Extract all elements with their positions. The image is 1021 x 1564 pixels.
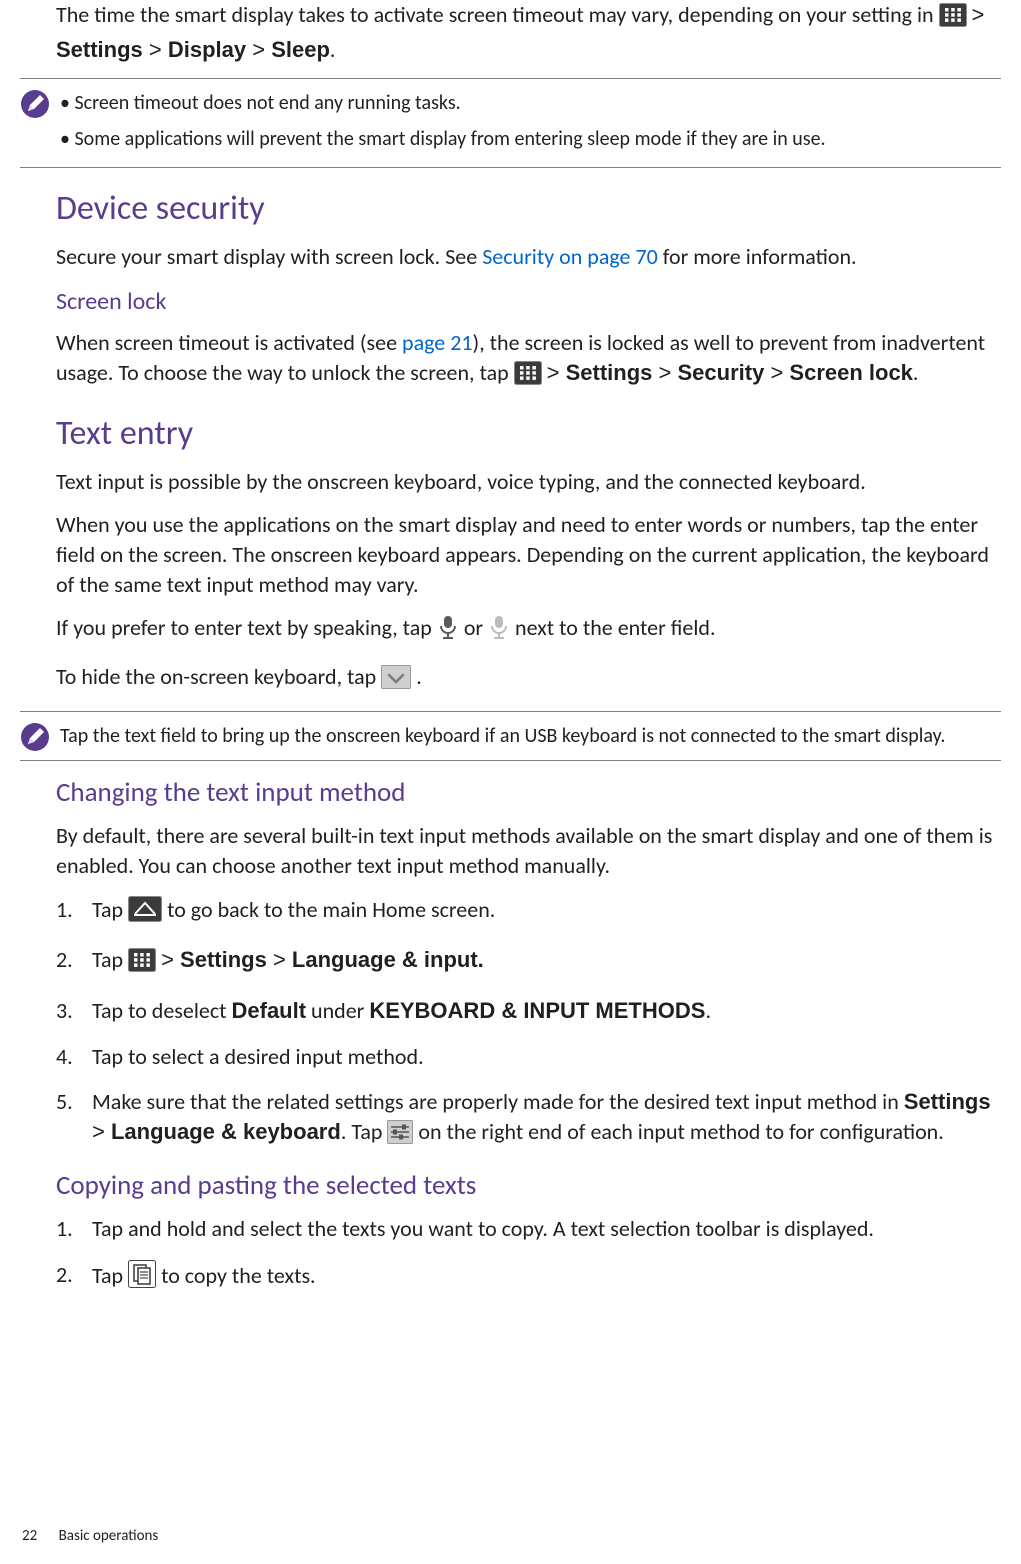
note-block: Tap the text field to bring up the onscr…	[20, 711, 1001, 761]
pencil-note-icon	[20, 722, 50, 752]
footer-section: Basic operations	[59, 1527, 159, 1545]
copy-icon	[128, 1260, 156, 1296]
text: to copy the texts.	[161, 1262, 316, 1289]
document-page: The time the smart display takes to acti…	[0, 0, 1021, 1564]
list-item: Tap to deselect Default under KEYBOARD &…	[56, 996, 995, 1026]
home-icon	[128, 896, 162, 930]
language-input-label: Language & input.	[292, 947, 484, 972]
page-number: 22	[22, 1527, 37, 1545]
text: .	[705, 997, 711, 1024]
language-keyboard-label: Language & keyboard	[111, 1119, 341, 1144]
list-item: Tap to copy the texts.	[56, 1260, 995, 1296]
display-label: Display	[168, 37, 246, 62]
note-text: Screen timeout does not end any running …	[60, 87, 995, 159]
keyboard-input-methods-label: KEYBOARD & INPUT METHODS	[369, 998, 705, 1023]
text: .	[913, 359, 919, 386]
text: Tap	[92, 1262, 128, 1289]
screen-lock-label: Screen lock	[789, 360, 913, 385]
heading-changing-input-method: Changing the text input method	[56, 775, 995, 811]
apps-grid-icon	[128, 948, 156, 980]
steps-list: Tap to go back to the main Home screen. …	[56, 895, 995, 1152]
hide-keyboard-icon	[381, 665, 411, 697]
paragraph: If you prefer to enter text by speaking,…	[56, 613, 995, 648]
text: next to the enter field.	[515, 614, 715, 641]
note-text: Tap the text field to bring up the onscr…	[60, 720, 995, 752]
apps-grid-icon	[939, 3, 967, 35]
breadcrumb-sep: >	[161, 947, 180, 972]
security-label: Security	[678, 360, 765, 385]
paragraph: When screen timeout is activated (see pa…	[56, 328, 995, 392]
paragraph: To hide the on-screen keyboard, tap .	[56, 662, 995, 697]
text: Make sure that the related settings are …	[92, 1088, 904, 1115]
settings-label: Settings	[566, 360, 653, 385]
sleep-label: Sleep	[271, 37, 330, 62]
paragraph: When you use the applications on the sma…	[56, 510, 995, 599]
text: The time the smart display takes to acti…	[56, 1, 939, 28]
pencil-note-icon	[20, 89, 50, 119]
note-bullet: Some applications will prevent the smart…	[60, 123, 987, 155]
mic-light-icon	[488, 614, 510, 648]
sliders-settings-icon	[387, 1120, 413, 1152]
default-label: Default	[232, 998, 307, 1023]
text: . Tap	[341, 1118, 388, 1145]
paragraph: Text input is possible by the onscreen k…	[56, 467, 995, 497]
text: or	[464, 614, 488, 641]
text: Tap	[92, 896, 128, 923]
note-bullet: Screen timeout does not end any running …	[60, 87, 987, 119]
text: to go back to the main Home screen.	[167, 896, 495, 923]
settings-label: Settings	[904, 1089, 991, 1114]
breadcrumb-sep: >	[764, 360, 789, 385]
heading-screen-lock: Screen lock	[56, 286, 995, 318]
settings-label: Settings	[56, 37, 143, 62]
list-item: Tap > Settings > Language & input.	[56, 945, 995, 980]
breadcrumb-sep: >	[652, 360, 677, 385]
intro-paragraph: The time the smart display takes to acti…	[56, 0, 995, 64]
text: for more information.	[658, 243, 857, 270]
apps-grid-icon	[514, 361, 542, 393]
heading-device-security: Device security	[56, 186, 995, 232]
text: If you prefer to enter text by speaking,…	[56, 614, 437, 641]
breadcrumb-sep: >	[246, 37, 271, 62]
text: When screen timeout is activated (see	[56, 329, 402, 356]
text: on the right end of each input method to…	[418, 1118, 943, 1145]
link-security-page-70[interactable]: Security on page 70	[482, 243, 658, 270]
paragraph: By default, there are several built-in t…	[56, 821, 995, 880]
text: Tap to deselect	[92, 997, 232, 1024]
breadcrumb-sep: >	[92, 1119, 111, 1144]
breadcrumb-sep: >	[143, 37, 168, 62]
link-page-21[interactable]: page 21	[402, 329, 473, 356]
mic-dark-icon	[437, 614, 459, 648]
text: To hide the on-screen keyboard, tap	[56, 663, 381, 690]
note-block: Screen timeout does not end any running …	[20, 78, 1001, 168]
breadcrumb-sep: >	[547, 360, 566, 385]
text: Tap	[92, 946, 128, 973]
list-item: Tap to go back to the main Home screen.	[56, 895, 995, 930]
settings-label: Settings	[180, 947, 267, 972]
breadcrumb-sep: >	[972, 2, 985, 27]
steps-list: Tap and hold and select the texts you wa…	[56, 1214, 995, 1295]
text: Secure your smart display with screen lo…	[56, 243, 482, 270]
list-item: Tap and hold and select the texts you wa…	[56, 1214, 995, 1244]
paragraph: Secure your smart display with screen lo…	[56, 242, 995, 272]
text: .	[330, 36, 336, 63]
list-item: Make sure that the related settings are …	[56, 1087, 995, 1151]
list-item: Tap to select a desired input method.	[56, 1042, 995, 1072]
text: under	[306, 997, 369, 1024]
page-footer: 22 Basic operations	[22, 1526, 158, 1546]
heading-text-entry: Text entry	[56, 411, 995, 457]
heading-copying-pasting: Copying and pasting the selected texts	[56, 1168, 995, 1204]
breadcrumb-sep: >	[267, 947, 292, 972]
text: .	[416, 663, 422, 690]
